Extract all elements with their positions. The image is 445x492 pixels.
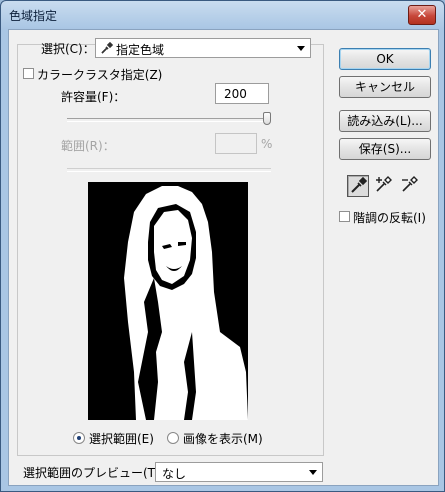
selection-preview-image (88, 182, 248, 420)
select-value: 指定色域 (116, 43, 165, 57)
chevron-down-icon (309, 470, 317, 475)
color-cluster-checkbox[interactable] (23, 68, 34, 79)
tolerance-label: 許容量(F)： (61, 90, 126, 104)
tolerance-slider-track[interactable] (67, 118, 271, 122)
select-label: 選択(C)： (41, 42, 95, 56)
title-bar[interactable]: 色域指定 ✕ (1, 1, 444, 29)
invert-checkbox[interactable] (339, 211, 350, 222)
color-range-dialog: 色域指定 ✕ 選択(C)： 指定色域 カラークラスタ指定(Z) 許容量(F)： … (0, 0, 445, 492)
selection-preview-label: 選択範囲のプレビュー(T)： (23, 466, 172, 480)
window-title: 色域指定 (9, 9, 58, 23)
range-input[interactable] (215, 133, 257, 154)
eyedropper-minus-tool[interactable] (399, 175, 421, 197)
chevron-down-icon (297, 46, 305, 51)
eyedropper-tool[interactable] (347, 175, 369, 197)
eyedropper-plus-icon (376, 176, 392, 192)
eyedropper-icon (351, 176, 368, 193)
view-option-image-label: 画像を表示(M) (183, 432, 263, 446)
range-slider-track (67, 168, 271, 172)
mask-silhouette (88, 182, 248, 420)
radio-selected-dot (77, 436, 81, 440)
tolerance-slider-thumb[interactable] (263, 112, 271, 125)
save-button[interactable]: 保存(S)... (339, 138, 431, 160)
invert-label: 階調の反転(I) (353, 211, 426, 225)
cancel-button[interactable]: キャンセル (339, 76, 431, 98)
close-button[interactable]: ✕ (408, 5, 436, 25)
radio-image[interactable] (167, 432, 179, 444)
range-label: 範囲(R)： (61, 139, 115, 153)
selection-preview-dropdown[interactable]: なし (155, 462, 323, 482)
tolerance-input[interactable]: 200 (215, 83, 269, 104)
dialog-body: 選択(C)： 指定色域 カラークラスタ指定(Z) 許容量(F)： 200 範囲(… (8, 29, 439, 486)
color-cluster-label: カラークラスタ指定(Z) (37, 68, 163, 82)
tolerance-value: 200 (224, 87, 247, 101)
range-unit: % (261, 137, 273, 151)
eyedropper-icon (100, 41, 114, 58)
select-dropdown[interactable]: 指定色域 (95, 38, 311, 58)
close-icon: ✕ (416, 7, 428, 22)
eyedropper-plus-tool[interactable] (373, 175, 395, 197)
view-option-selection-label: 選択範囲(E) (89, 432, 154, 446)
ok-button[interactable]: OK (339, 48, 431, 70)
radio-selection[interactable] (73, 432, 85, 444)
selection-preview-value: なし (162, 467, 187, 481)
load-button[interactable]: 読み込み(L)... (339, 110, 431, 132)
eyedropper-minus-icon (402, 176, 418, 192)
